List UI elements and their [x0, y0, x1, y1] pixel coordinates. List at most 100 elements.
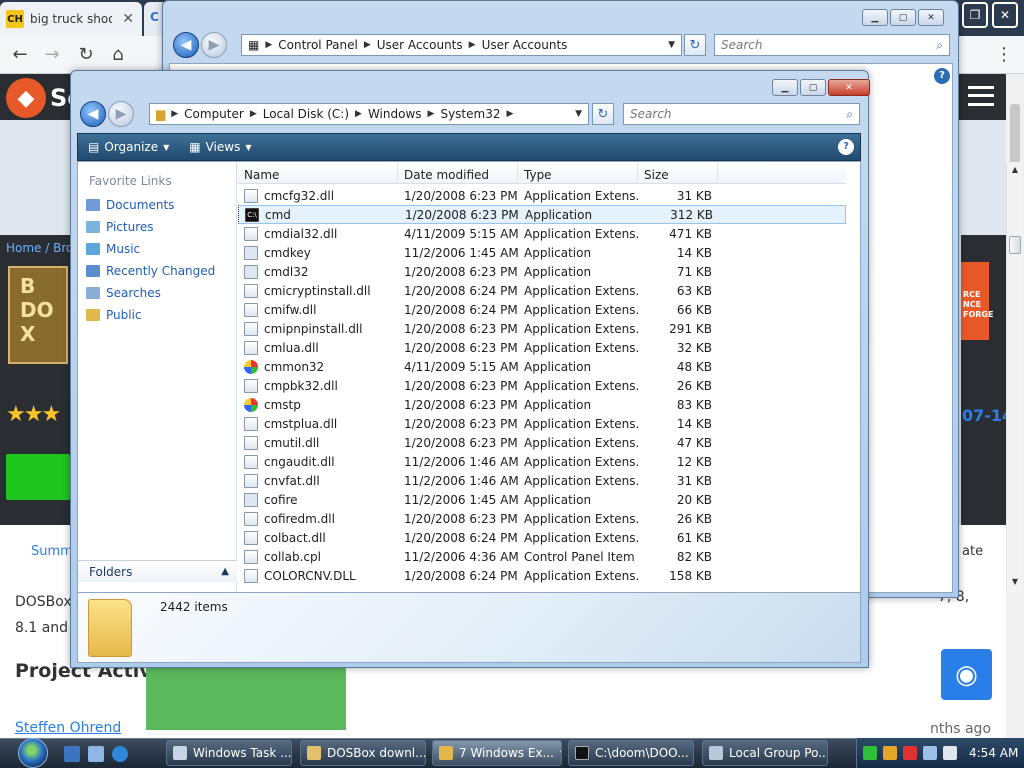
file-name-cell[interactable]: cnvfat.dll: [238, 473, 398, 488]
folders-toggle[interactable]: Folders ▲: [78, 560, 237, 582]
breadcrumb-item[interactable]: User Accounts: [476, 38, 574, 52]
network-icon[interactable]: [923, 746, 937, 760]
sidebar-item-recently-changed[interactable]: Recently Changed: [86, 264, 215, 278]
tray-app-icon[interactable]: [863, 746, 877, 760]
search-icon[interactable]: ⌕: [846, 107, 853, 122]
hamburger-menu-icon[interactable]: [968, 86, 994, 106]
file-row[interactable]: cmicryptinstall.dll 1/20/2008 6:24 PM Appl…: [238, 281, 846, 300]
show-desktop-icon[interactable]: [64, 746, 80, 762]
file-name-cell[interactable]: colbact.dll: [238, 530, 398, 545]
breadcrumb-item[interactable]: Control Panel: [272, 38, 364, 52]
column-header-date[interactable]: Date modified: [398, 162, 518, 184]
file-name-cell[interactable]: cmutil.dll: [238, 435, 398, 450]
file-name-cell[interactable]: COLORCNV.DLL: [238, 568, 398, 583]
breadcrumb-item[interactable]: Windows: [362, 107, 428, 121]
breadcrumb-item[interactable]: User Accounts: [371, 38, 469, 52]
file-name-cell[interactable]: cofiredm.dll: [238, 511, 398, 526]
taskbar-button[interactable]: C:\doom\DOO...: [568, 740, 694, 766]
file-name-cell[interactable]: C:\ cmd: [239, 207, 399, 222]
column-header-type[interactable]: Type: [518, 162, 638, 184]
author-link[interactable]: Steffen Ohrend: [15, 720, 121, 736]
sidebar-item-searches[interactable]: Searches: [86, 286, 161, 300]
breadcrumb-item[interactable]: System32: [434, 107, 506, 121]
file-name-cell[interactable]: cmipnpinstall.dll: [238, 321, 398, 336]
scroll-thumb[interactable]: [1010, 104, 1020, 164]
sourceforge-ad[interactable]: RCE NCE FORGE: [961, 262, 993, 340]
refresh-icon[interactable]: ↻: [592, 103, 614, 125]
address-bar[interactable]: ▦ ▶ Control Panel ▶ User Accounts ▶ User…: [241, 34, 682, 56]
clock[interactable]: 4:54 AM: [969, 746, 1018, 760]
search-icon[interactable]: ⌕: [936, 38, 943, 53]
file-row[interactable]: cmpbk32.dll 1/20/2008 6:23 PM Application …: [238, 376, 846, 395]
forward-arrow-icon[interactable]: ▶: [201, 32, 227, 58]
sidebar-item-pictures[interactable]: Pictures: [86, 220, 154, 234]
reload-icon[interactable]: ↻: [72, 40, 100, 68]
file-row[interactable]: cmdial32.dll 4/11/2009 5:15 AM Application…: [238, 224, 846, 243]
breadcrumb-item[interactable]: Local Disk (C:): [257, 107, 355, 121]
file-row[interactable]: cofire 11/2/2006 1:45 AM Application 20 KB: [238, 490, 846, 509]
file-row[interactable]: COLORCNV.DLL 1/20/2008 6:24 PM Application…: [238, 566, 846, 585]
file-name-cell[interactable]: cmmon32: [238, 359, 398, 374]
file-row[interactable]: cmdl32 1/20/2008 6:23 PM Application 71 KB: [238, 262, 846, 281]
column-header-name[interactable]: Name: [238, 162, 398, 184]
file-row[interactable]: cnvfat.dll 11/2/2006 1:46 AM Application E…: [238, 471, 846, 490]
tray-alert-icon[interactable]: [903, 746, 917, 760]
tab-update[interactable]: ate: [962, 544, 983, 559]
file-row[interactable]: cmcfg32.dll 1/20/2008 6:23 PM Application …: [238, 186, 846, 205]
sidebar-item-public[interactable]: Public: [86, 308, 142, 322]
file-row[interactable]: cmstplua.dll 1/20/2008 6:23 PM Application…: [238, 414, 846, 433]
menu-icon[interactable]: ⋮: [990, 40, 1018, 68]
vertical-scrollbar[interactable]: ▲ ▼: [1006, 162, 1022, 592]
file-row[interactable]: cofiredm.dll 1/20/2008 6:23 PM Application…: [238, 509, 846, 528]
help-icon[interactable]: ?: [934, 68, 950, 84]
scroll-up-icon[interactable]: ▲: [1007, 162, 1023, 178]
forward-arrow-icon[interactable]: →: [38, 40, 66, 68]
sidebar-item-documents[interactable]: Documents: [86, 198, 174, 212]
minimize-icon[interactable]: ▁: [772, 79, 798, 96]
back-arrow-icon[interactable]: ←: [6, 40, 34, 68]
file-row[interactable]: cmdkey 11/2/2006 1:45 AM Application 14 KB: [238, 243, 846, 262]
address-bar[interactable]: ▆ ▶ Computer ▶ Local Disk (C:) ▶ Windows…: [149, 103, 589, 125]
maximize-icon[interactable]: ▢: [800, 79, 826, 96]
site-logo-icon[interactable]: ◆: [6, 78, 46, 118]
column-header-size[interactable]: Size: [638, 162, 718, 184]
download-button[interactable]: [6, 454, 70, 500]
file-name-cell[interactable]: cmdl32: [238, 264, 398, 279]
file-name-cell[interactable]: cmdial32.dll: [238, 226, 398, 241]
file-row[interactable]: C:\ cmd 1/20/2008 6:23 PM Application 312 KB: [238, 205, 846, 224]
home-icon[interactable]: ⌂: [104, 40, 132, 68]
file-name-cell[interactable]: cmdkey: [238, 245, 398, 260]
file-row[interactable]: colbact.dll 1/20/2008 6:24 PM Application …: [238, 528, 846, 547]
rss-icon[interactable]: ◉: [941, 649, 992, 700]
taskbar-button[interactable]: Windows Task ...: [166, 740, 292, 766]
file-name-cell[interactable]: cmcfg32.dll: [238, 188, 398, 203]
file-name-cell[interactable]: cngaudit.dll: [238, 454, 398, 469]
file-name-cell[interactable]: cmstp: [238, 397, 398, 412]
file-row[interactable]: cmifw.dll 1/20/2008 6:24 PM Application Ex…: [238, 300, 846, 319]
file-name-cell[interactable]: cmstplua.dll: [238, 416, 398, 431]
scroll-thumb[interactable]: [1009, 236, 1021, 254]
back-arrow-icon[interactable]: ◀: [173, 32, 199, 58]
close-window-icon[interactable]: ✕: [992, 2, 1018, 28]
back-arrow-icon[interactable]: ◀: [80, 101, 106, 127]
file-row[interactable]: cmmon32 4/11/2009 5:15 AM Application 48 KB: [238, 357, 846, 376]
help-icon[interactable]: ?: [838, 139, 854, 155]
dropdown-icon[interactable]: ▼: [668, 40, 675, 50]
close-icon[interactable]: ✕: [918, 9, 944, 26]
security-shield-icon[interactable]: [883, 746, 897, 760]
forward-arrow-icon[interactable]: ▶: [108, 101, 134, 127]
file-row[interactable]: collab.cpl 11/2/2006 4:36 AM Control Panel…: [238, 547, 846, 566]
refresh-icon[interactable]: ↻: [684, 34, 706, 56]
file-name-cell[interactable]: cofire: [238, 492, 398, 507]
sidebar-item-music[interactable]: Music: [86, 242, 140, 256]
restore-icon[interactable]: ❐: [962, 2, 988, 28]
maximize-icon[interactable]: ▢: [890, 9, 916, 26]
minimize-icon[interactable]: ▁: [862, 9, 888, 26]
file-row[interactable]: cmutil.dll 1/20/2008 6:23 PM Application E…: [238, 433, 846, 452]
volume-icon[interactable]: [943, 746, 957, 760]
internet-explorer-icon[interactable]: [112, 746, 128, 762]
file-name-cell[interactable]: cmicryptinstall.dll: [238, 283, 398, 298]
file-row[interactable]: cmipnpinstall.dll 1/20/2008 6:23 PM Applic…: [238, 319, 846, 338]
scroll-down-icon[interactable]: ▼: [1007, 574, 1023, 590]
file-name-cell[interactable]: cmlua.dll: [238, 340, 398, 355]
